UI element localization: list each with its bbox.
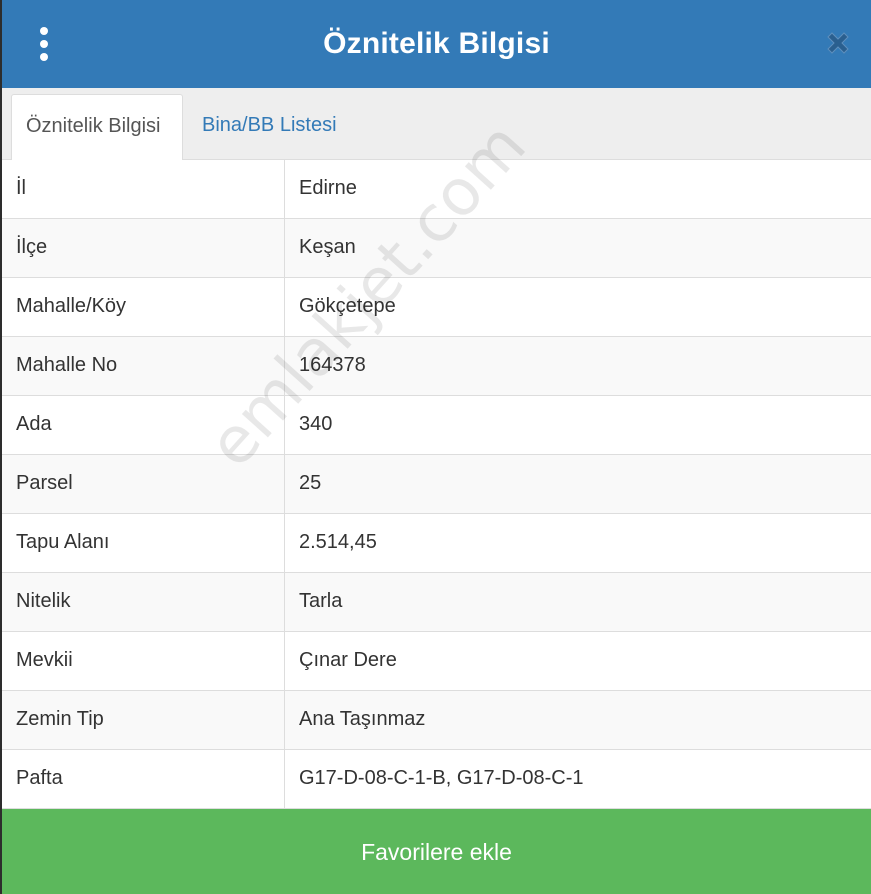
row-value: Edirne xyxy=(299,177,357,199)
row-value: Ana Taşınmaz xyxy=(299,708,426,730)
row-value: Gökçetepe xyxy=(299,295,396,317)
close-icon xyxy=(827,32,849,54)
row-label: Nitelik xyxy=(2,573,285,631)
row-value: Çınar Dere xyxy=(299,649,397,671)
row-label: Mahalle/Köy xyxy=(2,278,285,336)
row-label: Mahalle No xyxy=(2,337,285,395)
table-row: Mevkii Çınar Dere xyxy=(2,632,871,691)
row-label: Tapu Alanı xyxy=(2,514,285,572)
table-row: Nitelik Tarla xyxy=(2,573,871,632)
table-row: İlçe Keşan xyxy=(2,219,871,278)
table-row: Zemin Tip Ana Taşınmaz xyxy=(2,691,871,750)
row-value: 2.514,45 xyxy=(299,531,377,553)
close-button[interactable] xyxy=(821,26,855,60)
table-row: Mahalle/Köy Gökçetepe xyxy=(2,278,871,337)
row-label: Zemin Tip xyxy=(2,691,285,749)
row-value: G17-D-08-C-1-B, G17-D-08-C-1 xyxy=(299,767,584,789)
row-label: Mevkii xyxy=(2,632,285,690)
row-label: Ada xyxy=(2,396,285,454)
tab-building-list[interactable]: Bina/BB Listesi xyxy=(188,94,351,160)
table-row: Pafta G17-D-08-C-1-B, G17-D-08-C-1 xyxy=(2,750,871,809)
row-value: Tarla xyxy=(299,590,343,612)
tab-attribute-info[interactable]: Öznitelik Bilgisi xyxy=(11,94,183,161)
table-row: Ada 340 xyxy=(2,396,871,455)
row-value: 340 xyxy=(299,413,333,435)
tab-bar: Öznitelik Bilgisi Bina/BB Listesi xyxy=(2,88,871,161)
row-value: 164378 xyxy=(299,354,366,376)
attribute-table: İl Edirne İlçe Keşan Mahalle/Köy Gökçetepe Mah… xyxy=(2,160,871,809)
dialog-header: Öznitelik Bilgisi xyxy=(2,0,871,88)
add-to-favorites-button[interactable]: Favorilere ekle xyxy=(2,809,871,894)
row-label: Pafta xyxy=(2,750,285,808)
table-row: Tapu Alanı 2.514,45 xyxy=(2,514,871,573)
table-row: Mahalle No 164378 xyxy=(2,337,871,396)
row-label: İl xyxy=(2,160,285,218)
dialog-title: Öznitelik Bilgisi xyxy=(323,27,550,60)
attribute-dialog: Öznitelik Bilgisi Öznitelik Bilgisi Bina… xyxy=(0,0,871,894)
row-value: Keşan xyxy=(299,236,356,258)
row-label: İlçe xyxy=(2,219,285,277)
row-label: Parsel xyxy=(2,455,285,513)
table-row: İl Edirne xyxy=(2,160,871,219)
table-row: Parsel 25 xyxy=(2,455,871,514)
row-value: 25 xyxy=(299,472,322,494)
